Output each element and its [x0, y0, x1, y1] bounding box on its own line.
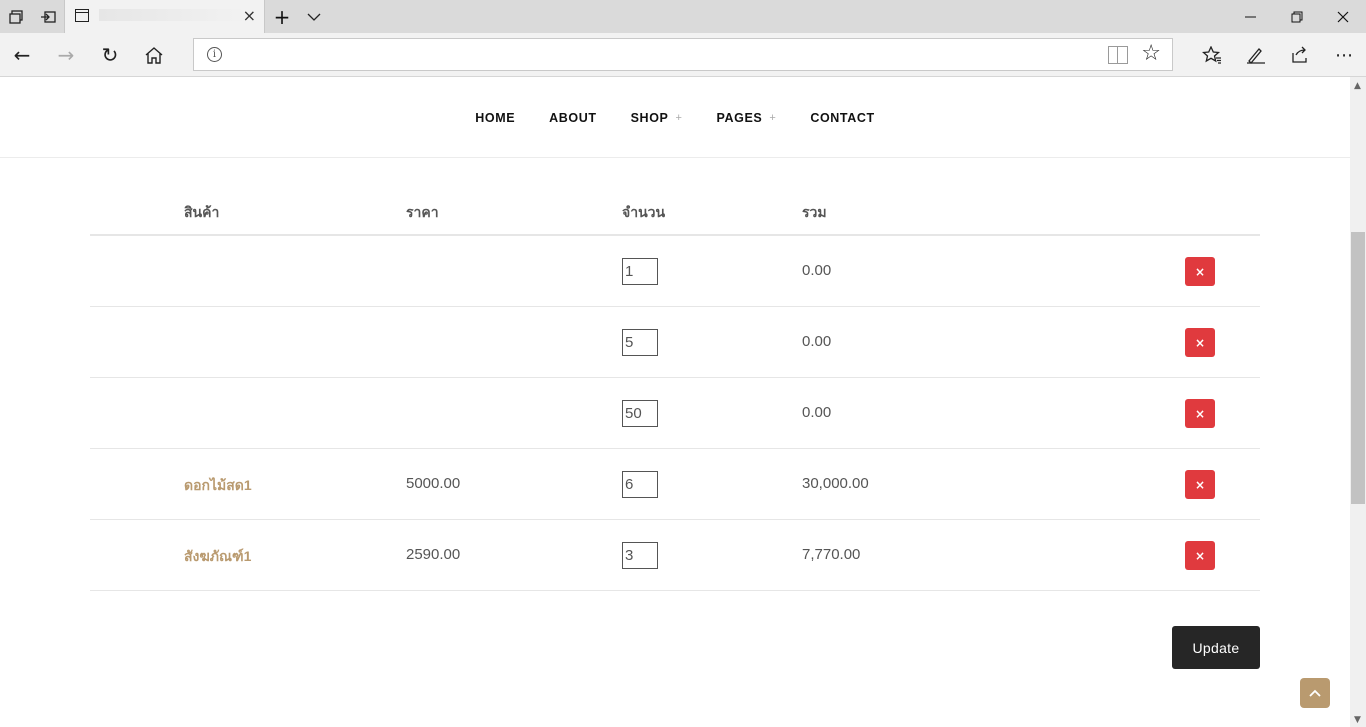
cart-table: สินค้า ราคา จำนวน รวม 0.00 × 0.00 × 0.00…: [90, 190, 1260, 591]
menu-item-label: CONTACT: [810, 110, 875, 125]
close-window-button[interactable]: [1320, 0, 1366, 33]
header-product: สินค้า: [184, 204, 220, 220]
total-cell: 0.00: [802, 262, 832, 279]
header-total: รวม: [802, 204, 827, 220]
tab-title: [99, 9, 249, 21]
info-icon[interactable]: i: [207, 47, 222, 62]
minimize-button[interactable]: [1228, 0, 1274, 33]
scroll-down-icon[interactable]: ▼: [1354, 715, 1361, 725]
scroll-up-icon[interactable]: ▲: [1354, 81, 1361, 91]
remove-item-button[interactable]: ×: [1185, 399, 1215, 428]
tab-list-chevron-icon[interactable]: [298, 0, 330, 33]
refresh-button[interactable]: ↻: [88, 33, 132, 77]
back-button[interactable]: ←: [0, 33, 44, 77]
table-row: สังฆภัณฑ์1 2590.00 7,770.00 ×: [90, 520, 1260, 591]
address-bar[interactable]: i ☆: [193, 38, 1173, 71]
quantity-input[interactable]: [622, 258, 658, 285]
submenu-plus-icon: +: [769, 111, 777, 124]
header-price: ราคา: [406, 204, 439, 220]
total-cell: 0.00: [802, 404, 832, 421]
more-button[interactable]: ⋯: [1322, 33, 1366, 77]
quantity-input[interactable]: [622, 542, 658, 569]
active-tab[interactable]: ×: [64, 0, 265, 33]
quantity-input[interactable]: [622, 400, 658, 427]
price-cell: 2590.00: [406, 546, 461, 563]
cart-header-row: สินค้า ราคา จำนวน รวม: [90, 190, 1260, 236]
total-cell: 0.00: [802, 333, 832, 350]
browser-tab-bar: × +: [0, 0, 1366, 33]
new-tab-button[interactable]: +: [266, 0, 298, 33]
tab-preview-icon[interactable]: [32, 0, 64, 33]
remove-item-button[interactable]: ×: [1185, 328, 1215, 357]
forward-button[interactable]: →: [44, 33, 88, 77]
restore-button[interactable]: [1274, 0, 1320, 33]
menu-item-label: ABOUT: [549, 110, 597, 125]
pen-icon[interactable]: [1234, 33, 1278, 77]
menu-item-home[interactable]: HOME: [475, 111, 515, 125]
menu-item-label: PAGES: [716, 110, 763, 125]
tabs-aside-icon[interactable]: [0, 0, 32, 33]
scrollbar-thumb[interactable]: [1351, 232, 1365, 504]
header-quantity: จำนวน: [622, 204, 666, 220]
table-row: ดอกไม้สด1 5000.00 30,000.00 ×: [90, 449, 1260, 520]
reading-view-icon[interactable]: [1108, 46, 1128, 64]
chevron-up-icon: [1309, 689, 1321, 697]
table-row: 0.00 ×: [90, 307, 1260, 378]
remove-item-button[interactable]: ×: [1185, 257, 1215, 286]
menu-item-label: SHOP: [630, 110, 669, 125]
browser-nav-bar: ← → ↻ i ☆ ⋯: [0, 33, 1366, 77]
site-header: HOME ABOUT SHOP + PAGES + CONTACT: [0, 77, 1350, 158]
quantity-input[interactable]: [622, 471, 658, 498]
menu-item-label: HOME: [475, 110, 516, 125]
home-icon[interactable]: [132, 33, 176, 77]
menu-item-contact[interactable]: CONTACT: [810, 111, 874, 125]
menu-item-shop[interactable]: SHOP +: [631, 111, 683, 125]
table-row: 0.00 ×: [90, 378, 1260, 449]
menu-item-pages[interactable]: PAGES +: [716, 111, 776, 125]
total-cell: 7,770.00: [802, 546, 861, 563]
product-link[interactable]: สังฆภัณฑ์1: [184, 546, 251, 568]
price-cell: 5000.00: [406, 475, 461, 492]
main-menu: HOME ABOUT SHOP + PAGES + CONTACT: [0, 77, 1350, 158]
total-cell: 30,000.00: [802, 475, 869, 492]
update-cart-button[interactable]: Update: [1172, 626, 1260, 669]
menu-item-about[interactable]: ABOUT: [549, 111, 596, 125]
page-scrollbar[interactable]: ▲ ▼: [1350, 77, 1366, 727]
product-link[interactable]: ดอกไม้สด1: [184, 475, 252, 497]
back-to-top-button[interactable]: [1300, 678, 1330, 708]
favorite-star-icon[interactable]: ☆: [1141, 41, 1161, 66]
favorites-hub-icon[interactable]: [1190, 33, 1234, 77]
submenu-plus-icon: +: [675, 111, 683, 124]
close-tab-button[interactable]: ×: [243, 6, 256, 25]
share-icon[interactable]: [1278, 33, 1322, 77]
page-icon: [75, 9, 89, 22]
remove-item-button[interactable]: ×: [1185, 470, 1215, 499]
table-row: 0.00 ×: [90, 236, 1260, 307]
remove-item-button[interactable]: ×: [1185, 541, 1215, 570]
quantity-input[interactable]: [622, 329, 658, 356]
